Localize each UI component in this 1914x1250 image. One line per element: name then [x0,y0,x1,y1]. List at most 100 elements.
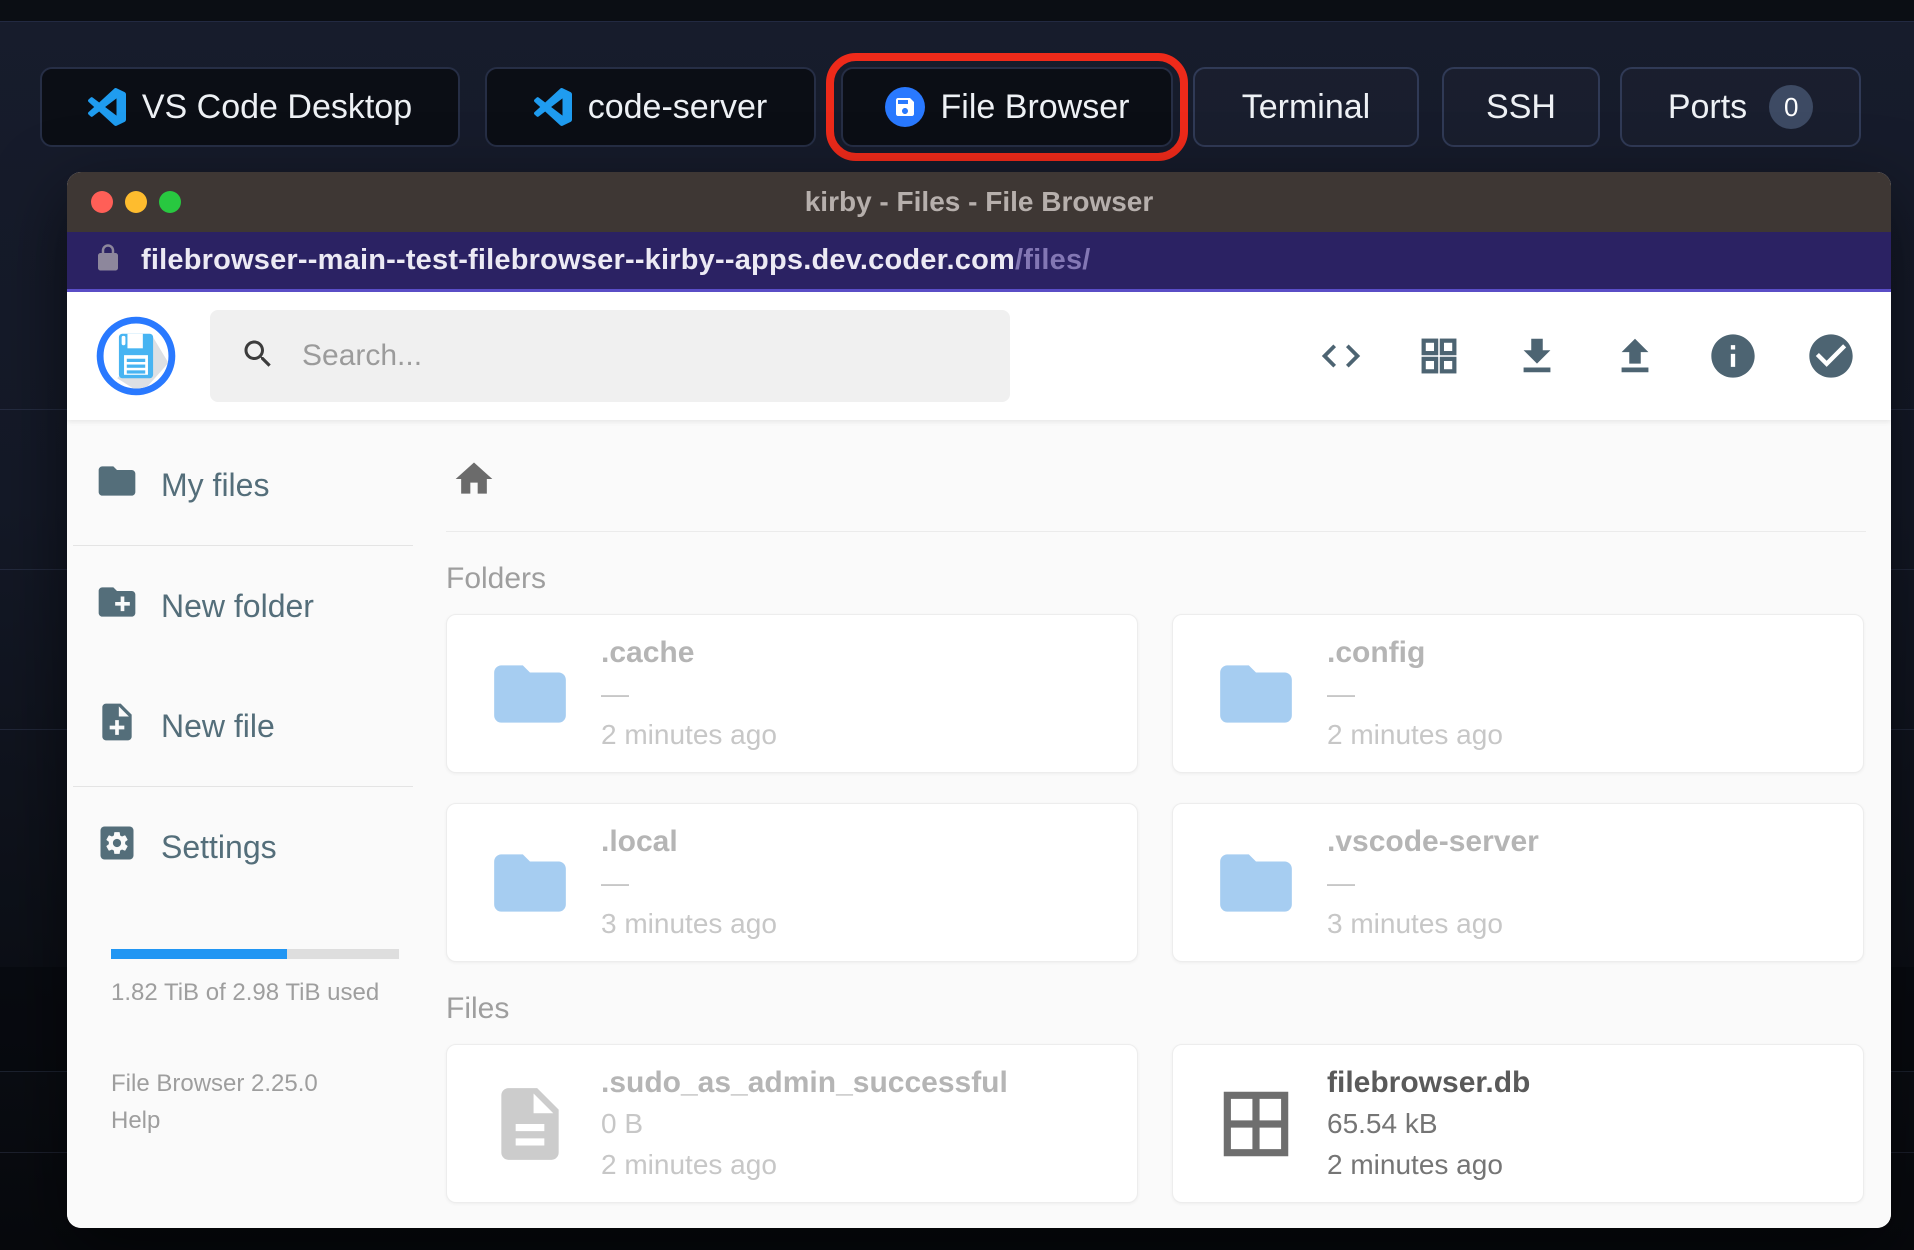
tab-code-server[interactable]: code-server [485,67,816,147]
folder-card[interactable]: .config — 2 minutes ago [1172,614,1864,773]
filebrowser-body: My files New folder New file Settings 1.… [67,420,1891,1228]
info-icon[interactable] [1707,330,1759,382]
tab-ports[interactable]: Ports 0 [1620,67,1861,147]
tab-file-browser[interactable]: File Browser [841,67,1173,147]
search-box [210,310,1010,402]
sidebar-item-label: Settings [161,828,277,865]
breadcrumb [446,449,1866,509]
item-modified: 3 minutes ago [601,908,777,939]
minimize-window-button[interactable] [125,191,147,213]
item-size: 65.54 kB [1327,1108,1438,1139]
tab-vscode-desktop[interactable]: VS Code Desktop [40,67,460,147]
help-link[interactable]: Help [111,1102,399,1139]
download-icon[interactable] [1511,330,1563,382]
item-meta: .vscode-server — 3 minutes ago [1327,821,1539,944]
folder-card[interactable]: .vscode-server — 3 minutes ago [1172,803,1864,962]
switch-view-icon[interactable] [1413,330,1465,382]
raw-view-icon[interactable] [1315,330,1367,382]
folder-icon [487,651,573,737]
vscode-icon [87,88,126,126]
new-folder-icon [95,580,139,632]
browser-window: kirby - Files - File Browser filebrowser… [67,172,1891,1228]
sidebar-item-label: My files [161,466,270,503]
item-size: 0 B [601,1108,644,1139]
item-size: — [1327,867,1355,898]
file-listing: Folders .cache — 2 minutes ago .config —… [423,420,1891,1228]
file-card[interactable]: .sudo_as_admin_successful 0 B 2 minutes … [446,1044,1138,1203]
breadcrumb-divider [446,531,1866,532]
storage-usage-label: 1.82 TiB of 2.98 TiB used [111,979,380,1006]
sidebar-item-my-files[interactable]: My files [67,425,423,545]
item-modified: 2 minutes ago [1327,1149,1503,1180]
window-controls [91,191,181,213]
folder-icon [1213,651,1299,737]
folders-grid: .cache — 2 minutes ago .config — 2 minut… [446,614,1866,962]
filebrowser-logo-icon[interactable] [95,315,177,397]
item-size: — [601,867,629,898]
page-url: filebrowser--main--test-filebrowser--kir… [141,244,1091,277]
tab-label: Ports [1667,87,1748,126]
vscode-icon [533,88,572,126]
item-meta: .local — 3 minutes ago [601,821,777,944]
tab-ssh[interactable]: SSH [1442,67,1600,147]
item-name: .cache [601,636,695,669]
storage-usage: 1.82 TiB of 2.98 TiB used [111,949,399,1007]
sidebar-item-label: New folder [161,587,314,624]
app-version: File Browser 2.25.0 [111,1070,318,1097]
file-card[interactable]: filebrowser.db 65.54 kB 2 minutes ago [1172,1044,1864,1203]
item-name: .sudo_as_admin_successful [601,1066,1008,1099]
tab-terminal[interactable]: Terminal [1193,67,1419,147]
settings-icon [95,821,139,873]
desktop-top-strip [0,0,1914,22]
sidebar: My files New folder New file Settings 1.… [67,420,423,1228]
sidebar-item-label: New file [161,707,275,744]
item-modified: 3 minutes ago [1327,908,1503,939]
zoom-window-button[interactable] [159,191,181,213]
item-modified: 2 minutes ago [601,1149,777,1180]
item-size: — [601,678,629,709]
sidebar-item-new-file[interactable]: New file [67,666,423,786]
item-meta: filebrowser.db 65.54 kB 2 minutes ago [1327,1062,1530,1185]
item-name: .config [1327,636,1426,669]
storage-progress-track [111,949,399,959]
close-window-button[interactable] [91,191,113,213]
toolbar-actions [1315,330,1857,382]
upload-icon[interactable] [1609,330,1661,382]
item-size: — [1327,678,1355,709]
tab-label: File Browser [940,87,1130,126]
folder-card[interactable]: .cache — 2 minutes ago [446,614,1138,773]
item-meta: .sudo_as_admin_successful 0 B 2 minutes … [601,1062,1008,1185]
window-titlebar: kirby - Files - File Browser [67,172,1891,232]
home-icon[interactable] [452,457,496,501]
item-name: filebrowser.db [1327,1066,1531,1099]
item-modified: 2 minutes ago [601,719,777,750]
filebrowser-icon [884,87,925,127]
ports-count-badge: 0 [1769,85,1814,129]
section-title-files: Files [446,992,510,1025]
files-grid: .sudo_as_admin_successful 0 B 2 minutes … [446,1044,1866,1203]
new-file-icon [95,700,139,752]
address-bar[interactable]: filebrowser--main--test-filebrowser--kir… [67,232,1891,292]
folder-icon [1213,840,1299,926]
filebrowser-toolbar [67,292,1891,420]
file-icon [487,1081,573,1167]
url-domain: filebrowser--main--test-filebrowser--kir… [141,244,1015,276]
storage-progress-fill [111,949,287,959]
database-file-icon [1213,1081,1299,1167]
item-name: .local [601,825,678,858]
select-multiple-icon[interactable] [1805,330,1857,382]
tab-label: VS Code Desktop [141,87,413,126]
item-meta: .cache — 2 minutes ago [601,632,777,755]
section-title-folders: Folders [446,562,547,595]
folder-card[interactable]: .local — 3 minutes ago [446,803,1138,962]
window-title: kirby - Files - File Browser [804,186,1154,217]
search-icon [240,336,276,377]
sidebar-item-settings[interactable]: Settings [67,787,423,907]
url-path: /files/ [1015,244,1091,276]
tab-label: code-server [587,87,768,126]
item-modified: 2 minutes ago [1327,719,1503,750]
search-input[interactable] [302,339,980,373]
folder-icon [487,840,573,926]
lock-icon [93,243,123,278]
sidebar-item-new-folder[interactable]: New folder [67,546,423,666]
